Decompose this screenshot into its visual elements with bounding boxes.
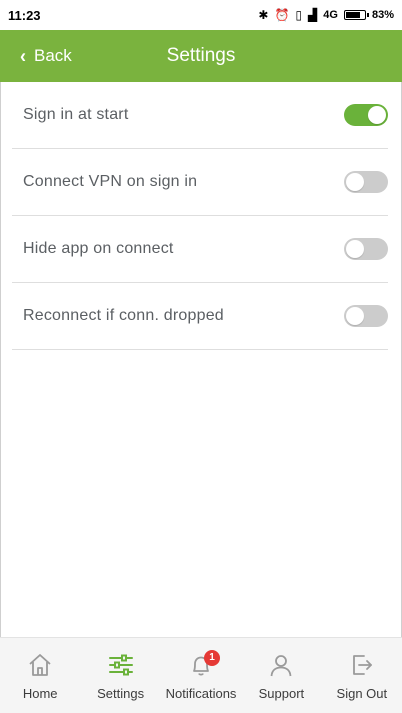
app-header: ‹ Back Settings [0, 30, 402, 82]
connect-vpn-toggle[interactable] [344, 171, 388, 193]
battery-icon [343, 10, 369, 20]
toggle-knob [368, 106, 386, 124]
vibrate-icon: ▯ [295, 8, 303, 22]
nav-label: Home [22, 686, 58, 701]
network-type: 4G [323, 9, 338, 21]
alarm-icon: ⏰ [274, 8, 290, 22]
setting-row-reconnect: Reconnect if conn. dropped [12, 283, 388, 350]
setting-row-connect-vpn: Connect VPN on sign in [12, 149, 388, 216]
setting-label: Hide app on connect [23, 240, 174, 257]
status-time: 11:23 [8, 7, 41, 23]
status-icons: ✱ ⏰ ▯ ▟ 4G 83% [258, 8, 394, 22]
setting-label: Sign in at start [23, 106, 129, 123]
signal-icon: ▟ [308, 8, 318, 22]
nav-label: Notifications [165, 686, 237, 701]
setting-row-sign-in-at-start: Sign in at start [12, 82, 388, 149]
toggle-knob [346, 307, 364, 325]
notification-badge: 1 [204, 650, 221, 666]
bottom-nav: Home Settings 1 Notifications Support Si… [0, 637, 402, 713]
setting-label: Reconnect if conn. dropped [23, 307, 224, 324]
nav-support[interactable]: Support [241, 638, 321, 713]
hide-app-toggle[interactable] [344, 238, 388, 260]
settings-list: Sign in at start Connect VPN on sign in … [12, 82, 388, 350]
home-icon [29, 654, 51, 676]
setting-row-hide-app: Hide app on connect [12, 216, 388, 283]
page-title: Settings [166, 45, 236, 66]
status-bar: 11:23 ✱ ⏰ ▯ ▟ 4G 83% [0, 0, 402, 30]
nav-home[interactable]: Home [0, 638, 80, 713]
sign-out-icon [352, 655, 372, 675]
nav-label: Support [258, 686, 305, 701]
battery-percent: 83% [371, 9, 394, 21]
setting-label: Connect VPN on sign in [23, 173, 198, 190]
nav-notifications[interactable]: 1 Notifications [161, 638, 241, 713]
nav-sign-out[interactable]: Sign Out [322, 638, 402, 713]
person-icon [271, 655, 292, 677]
toggle-knob [346, 240, 364, 258]
sliders-icon [108, 654, 133, 676]
sign-in-at-start-toggle[interactable] [344, 104, 388, 126]
battery-fill [345, 12, 361, 18]
nav-label: Sign Out [336, 686, 388, 701]
nav-label: Settings [97, 686, 145, 701]
nav-settings[interactable]: Settings [80, 638, 160, 713]
reconnect-toggle[interactable] [344, 305, 388, 327]
bluetooth-icon: ✱ [258, 8, 269, 22]
toggle-knob [346, 173, 364, 191]
